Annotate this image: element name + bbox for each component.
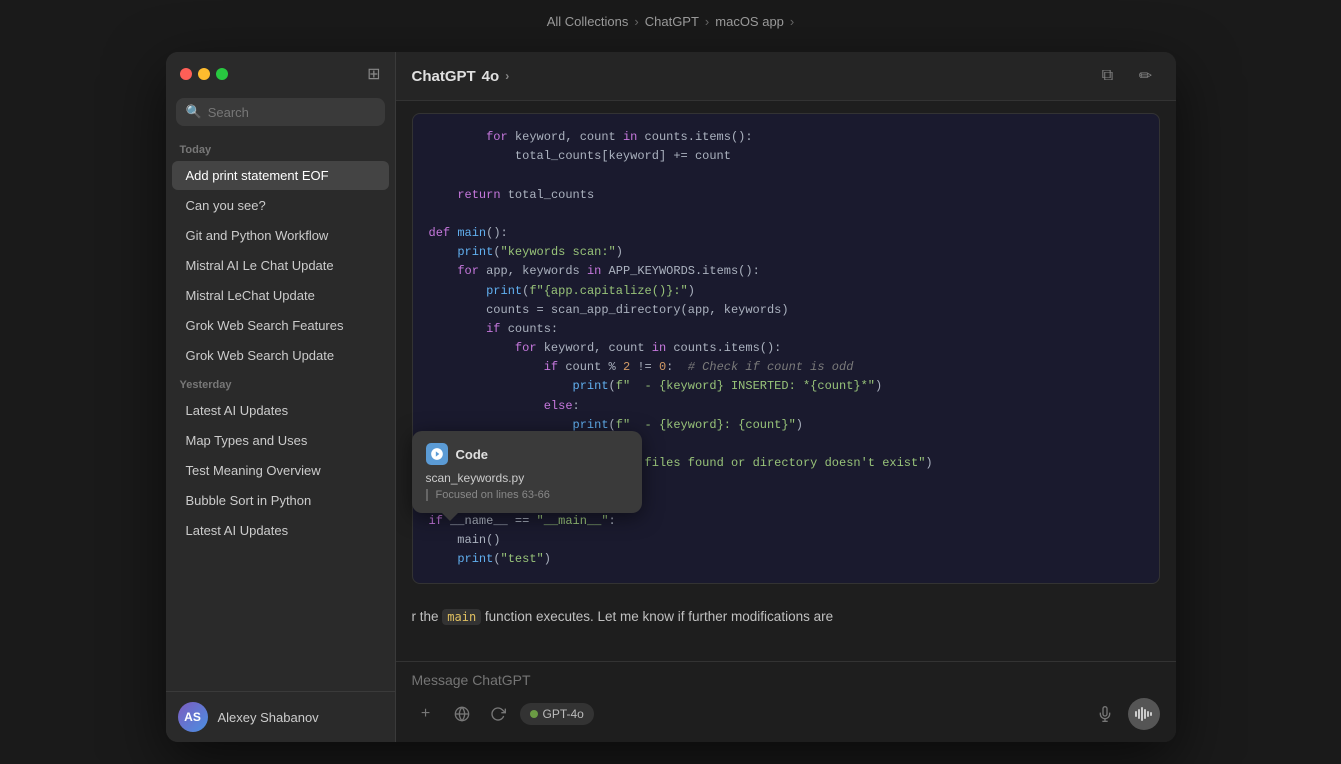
code-line: def main(): [429, 224, 1143, 243]
sidebar-item-grok-search[interactable]: Grok Web Search Features [172, 311, 389, 340]
search-input[interactable] [208, 105, 375, 120]
code-line: print(f"{app.capitalize()}:") [429, 282, 1143, 301]
sidebar-item-mistral-ai[interactable]: Mistral AI Le Chat Update [172, 251, 389, 280]
header-actions: ⧉ ✏ [1094, 62, 1160, 90]
input-toolbar: + [412, 698, 1160, 730]
chat-messages: for keyword, count in counts.items(): to… [396, 101, 1176, 661]
tooltip-popup: Code scan_keywords.py Focused on lines 6… [412, 431, 642, 513]
app-window: ⊞ 🔍 Today Add print statement EOF Can yo… [166, 52, 1176, 742]
section-today-label: Today [166, 136, 395, 160]
traffic-lights [180, 68, 228, 80]
tools-button[interactable] [484, 700, 512, 728]
tooltip-filename: scan_keywords.py [426, 471, 628, 485]
model-badge: 4o [482, 68, 500, 85]
chat-response-text: r the main function executes. Let me kno… [396, 596, 1176, 638]
search-icon: 🔍 [186, 104, 202, 120]
code-line: if counts: [429, 320, 1143, 339]
waveform-button[interactable] [1128, 698, 1160, 730]
chat-header: ChatGPT 4o › ⧉ ✏ [396, 52, 1176, 101]
search-bar[interactable]: 🔍 [176, 98, 385, 126]
model-chevron-icon[interactable]: › [505, 69, 509, 83]
copy-header-button[interactable]: ⧉ [1094, 62, 1122, 90]
code-line: for app, keywords in APP_KEYWORDS.items(… [429, 262, 1143, 281]
tooltip-chatgpt-icon [426, 443, 448, 465]
tooltip-header: Code [426, 443, 628, 465]
user-name: Alexey Shabanov [218, 710, 319, 725]
code-line: for keyword, count in counts.items(): [429, 128, 1143, 147]
code-line: main() [429, 531, 1143, 550]
input-tools-left: + [412, 700, 594, 728]
chat-title-text: ChatGPT [412, 68, 476, 85]
sidebar-item-map-types[interactable]: Map Types and Uses [172, 426, 389, 455]
model-status-dot [530, 710, 538, 718]
edit-header-button[interactable]: ✏ [1132, 62, 1160, 90]
code-line: print(f" - {keyword} INSERTED: *{count}*… [429, 377, 1143, 396]
breadcrumb: All Collections › ChatGPT › macOS app › [547, 14, 795, 29]
section-yesterday-label: Yesterday [166, 371, 395, 395]
sidebar-toggle-icon[interactable]: ⊞ [367, 64, 380, 84]
code-line: counts = scan_app_directory(app, keyword… [429, 301, 1143, 320]
sidebar-item-can-you-see[interactable]: Can you see? [172, 191, 389, 220]
input-tools-right [1090, 698, 1160, 730]
sidebar-item-latest-ai-2[interactable]: Latest AI Updates [172, 516, 389, 545]
code-line: else: [429, 397, 1143, 416]
sidebar-item-git-python[interactable]: Git and Python Workflow [172, 221, 389, 250]
main-content: ChatGPT 4o › ⧉ ✏ for keyword, count in c… [396, 52, 1176, 742]
code-line: for keyword, count in counts.items(): [429, 339, 1143, 358]
code-line: print("test") [429, 550, 1143, 569]
sidebar: ⊞ 🔍 Today Add print statement EOF Can yo… [166, 52, 396, 742]
model-label: GPT-4o [543, 707, 584, 721]
web-search-button[interactable] [448, 700, 476, 728]
code-line: print("keywords scan:") [429, 243, 1143, 262]
sidebar-header: ⊞ [166, 52, 395, 92]
tooltip-title: Code [456, 447, 489, 462]
sidebar-item-add-print[interactable]: Add print statement EOF [172, 161, 389, 190]
sidebar-item-test-meaning[interactable]: Test Meaning Overview [172, 456, 389, 485]
code-line [429, 205, 1143, 224]
breadcrumb-chatgpt[interactable]: ChatGPT [645, 14, 699, 29]
mic-button[interactable] [1090, 699, 1120, 729]
code-block: for keyword, count in counts.items(): to… [412, 113, 1160, 584]
sidebar-item-bubble-sort[interactable]: Bubble Sort in Python [172, 486, 389, 515]
sidebar-footer: AS Alexey Shabanov [166, 691, 395, 742]
avatar: AS [178, 702, 208, 732]
minimize-button[interactable] [198, 68, 210, 80]
code-line: if __name__ == "__main__": [429, 512, 1143, 531]
add-attachment-button[interactable]: + [412, 700, 440, 728]
model-selector[interactable]: GPT-4o [520, 703, 594, 725]
code-line [429, 166, 1143, 185]
chat-input-area: + [396, 661, 1176, 742]
maximize-button[interactable] [216, 68, 228, 80]
sidebar-item-grok-update[interactable]: Grok Web Search Update [172, 341, 389, 370]
tooltip-detail: Focused on lines 63-66 [426, 489, 628, 501]
code-line: return total_counts [429, 186, 1143, 205]
code-line: if count % 2 != 0: # Check if count is o… [429, 358, 1143, 377]
code-line: total_counts[keyword] += count [429, 147, 1143, 166]
message-input[interactable] [412, 672, 1160, 688]
close-button[interactable] [180, 68, 192, 80]
breadcrumb-macos[interactable]: macOS app [715, 14, 784, 29]
chat-title: ChatGPT 4o › [412, 68, 510, 85]
breadcrumb-collections[interactable]: All Collections [547, 14, 629, 29]
sidebar-content: Today Add print statement EOF Can you se… [166, 136, 395, 691]
sidebar-item-mistral-lechat[interactable]: Mistral LeChat Update [172, 281, 389, 310]
sidebar-item-latest-ai[interactable]: Latest AI Updates [172, 396, 389, 425]
